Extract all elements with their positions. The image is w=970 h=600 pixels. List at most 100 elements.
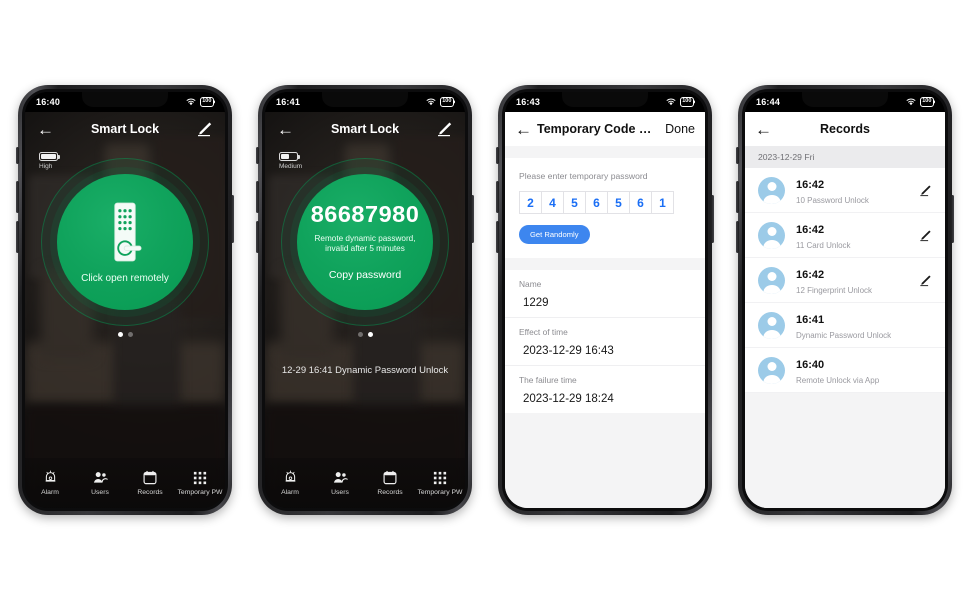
pencil-edit-icon[interactable] (195, 121, 213, 137)
page-dots[interactable] (25, 332, 225, 337)
tab-users[interactable]: Users (315, 470, 365, 496)
avatar (758, 311, 785, 339)
smart-door-lock-icon (114, 202, 142, 261)
password-hint: Please enter temporary password (519, 171, 648, 181)
volume-down-button[interactable] (736, 221, 739, 253)
volume-up-button[interactable] (256, 181, 259, 213)
field-value[interactable]: 2023-12-29 18:24 (519, 393, 691, 405)
pencil-edit-icon[interactable] (918, 229, 932, 242)
copy-password-button[interactable]: 86687980 Remote dynamic password, invali… (297, 174, 433, 310)
silent-switch-button[interactable] (16, 147, 19, 164)
keypad-grid-icon (433, 470, 447, 485)
record-description: 11 Card Unlock (796, 241, 851, 250)
page-dots[interactable] (265, 332, 465, 337)
volume-up-button[interactable] (736, 181, 739, 213)
tab-records[interactable]: Records (125, 470, 175, 496)
page-dot[interactable] (357, 332, 363, 337)
phone-screen: 16:40 100 ← Smart Lock High Click open r… (25, 92, 225, 508)
get-randomly-button[interactable]: Get Randomly (519, 225, 590, 244)
password-digit[interactable]: 5 (607, 191, 630, 214)
password-input[interactable]: 2 4 5 6 5 6 1 (505, 181, 705, 214)
phone-records: 16:44 100 ← Records 2023-12-29 Fri 16:42… (736, 85, 954, 515)
app-navbar: ← Smart Lock (265, 112, 465, 146)
record-text: 16:41 Dynamic Password Unlock (796, 310, 932, 340)
page-title: Records (819, 122, 871, 136)
dynamic-password-subtitle: Remote dynamic password, invalid after 5… (314, 233, 416, 254)
power-button[interactable] (711, 195, 714, 243)
record-description: Dynamic Password Unlock (796, 331, 892, 340)
volume-down-button[interactable] (16, 221, 19, 253)
battery-level-label: Medium (279, 163, 303, 170)
dynamic-password-code: 86687980 (310, 201, 420, 228)
field-label: Effect of time (519, 327, 568, 337)
status-time: 16:40 (36, 97, 61, 107)
remote-unlock-button[interactable]: Click open remotely (57, 174, 193, 310)
password-digit[interactable]: 6 (629, 191, 652, 214)
unlock-cta-label: Click open remotely (81, 272, 169, 284)
page-dot[interactable] (367, 332, 373, 337)
field-label: Name (519, 279, 542, 289)
field-value[interactable]: 1229 (519, 297, 691, 309)
battery-level-icon (279, 152, 298, 161)
done-button[interactable]: Done (665, 122, 695, 136)
silent-switch-button[interactable] (256, 147, 259, 164)
password-digit[interactable]: 1 (651, 191, 674, 214)
back-arrow-icon[interactable]: ← (515, 121, 535, 138)
page-dot[interactable] (117, 332, 123, 337)
password-digit[interactable]: 4 (541, 191, 564, 214)
avatar (758, 266, 785, 294)
pencil-edit-icon[interactable] (918, 274, 932, 287)
tab-alarm[interactable]: Alarm (25, 470, 75, 496)
dynamic-password-area: 86687980 Remote dynamic password, invali… (265, 158, 465, 326)
record-time: 16:42 (796, 224, 825, 236)
password-panel: Please enter temporary password 2 4 5 6 … (505, 158, 705, 258)
password-digit[interactable]: 6 (585, 191, 608, 214)
date-section-header: 2023-12-29 Fri (745, 146, 945, 168)
power-button[interactable] (231, 195, 234, 243)
password-digit[interactable]: 2 (519, 191, 542, 214)
tab-users[interactable]: Users (75, 470, 125, 496)
page-title: Temporary Code Se... (537, 122, 659, 136)
wifi-icon (666, 98, 676, 106)
volume-down-button[interactable] (496, 221, 499, 253)
calendar-records-icon (383, 470, 397, 485)
record-row[interactable]: 16:42 10 Password Unlock (745, 168, 945, 213)
section-gap (505, 146, 705, 158)
wifi-icon (906, 98, 916, 106)
back-arrow-icon[interactable]: ← (277, 121, 297, 138)
tab-temporary-pw[interactable]: Temporary PW (175, 470, 225, 496)
silent-switch-button[interactable] (496, 147, 499, 164)
field-failure-time[interactable]: The failure time 2023-12-29 18:24 (505, 366, 705, 413)
page-dot[interactable] (127, 332, 133, 337)
power-button[interactable] (471, 195, 474, 243)
record-row[interactable]: 16:42 12 Fingerprint Unlock (745, 258, 945, 303)
pencil-edit-icon[interactable] (435, 121, 453, 137)
record-row[interactable]: 16:42 11 Card Unlock (745, 213, 945, 258)
tab-records[interactable]: Records (365, 470, 415, 496)
field-name[interactable]: Name 1229 (505, 270, 705, 318)
tab-label: Users (331, 489, 349, 496)
silent-switch-button[interactable] (736, 147, 739, 164)
record-row[interactable]: 16:40 Remote Unlock via App (745, 348, 945, 393)
app-navbar: ← Smart Lock (25, 112, 225, 146)
lock-home-view: ← Smart Lock High Click open remotely Al… (25, 112, 225, 508)
back-arrow-icon[interactable]: ← (37, 121, 57, 138)
field-effect-of-time[interactable]: Effect of time 2023-12-29 16:43 (505, 318, 705, 366)
power-button[interactable] (951, 195, 954, 243)
record-time: 16:40 (796, 359, 825, 371)
tab-label: Temporary PW (417, 489, 463, 496)
record-row[interactable]: 16:41 Dynamic Password Unlock (745, 303, 945, 348)
password-digit[interactable]: 5 (563, 191, 586, 214)
pencil-edit-icon[interactable] (918, 184, 932, 197)
phone-mockup-stage: 16:40 100 ← Smart Lock High Click open r… (0, 0, 970, 600)
tab-alarm[interactable]: Alarm (265, 470, 315, 496)
tab-temporary-pw[interactable]: Temporary PW (415, 470, 465, 496)
tab-label: Alarm (41, 489, 59, 496)
volume-up-button[interactable] (16, 181, 19, 213)
status-indicators: 100 (666, 96, 694, 108)
field-value[interactable]: 2023-12-29 16:43 (519, 345, 691, 357)
volume-up-button[interactable] (496, 181, 499, 213)
volume-down-button[interactable] (256, 221, 259, 253)
tab-label: Temporary PW (177, 489, 223, 496)
phone-temporary-code: 16:43 100 ← Temporary Code Se... Done Pl… (496, 85, 714, 515)
